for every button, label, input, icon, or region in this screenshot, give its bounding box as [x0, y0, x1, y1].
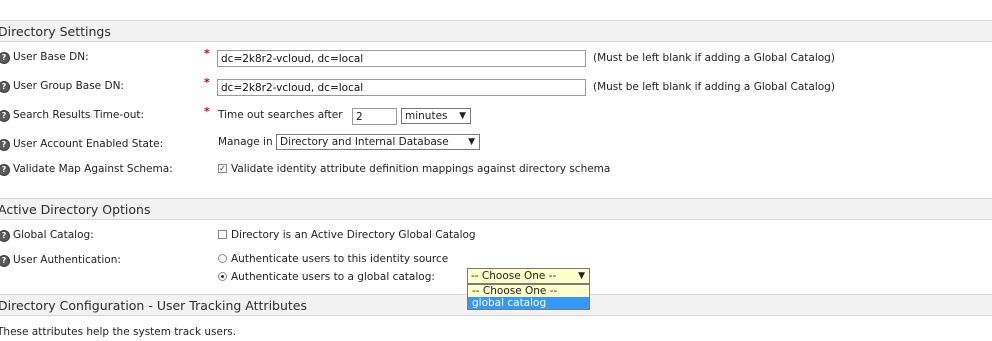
- timeout-unit-select[interactable]: minutes ▼: [401, 108, 471, 124]
- dropdown-option[interactable]: global catalog: [468, 297, 589, 309]
- user-base-dn-note: (Must be left blank if adding a Global C…: [593, 52, 835, 64]
- chevron-down-icon: ▼: [459, 111, 466, 121]
- account-enabled-value: Directory and Internal Database: [280, 136, 449, 148]
- global-catalog-dropdown-list[interactable]: -- Choose One -- global catalog: [467, 284, 590, 310]
- validate-map-label: Validate Map Against Schema:: [13, 163, 173, 175]
- help-icon[interactable]: ?: [0, 52, 10, 64]
- timeout-unit-value: minutes: [405, 110, 448, 122]
- search-timeout-prefix: Time out searches after: [218, 109, 343, 121]
- user-base-dn-label: User Base DN:: [13, 51, 89, 63]
- directory-settings-header: Directory Settings: [0, 20, 992, 42]
- global-catalog-select-value: -- Choose One --: [471, 270, 557, 282]
- help-icon[interactable]: ?: [0, 110, 10, 122]
- required-marker: *: [204, 47, 210, 60]
- section-title: Active Directory Options: [0, 202, 151, 217]
- section-title: Directory Configuration - User Tracking …: [0, 298, 307, 313]
- validate-map-checkbox[interactable]: ✓: [218, 164, 227, 173]
- global-catalog-label: Global Catalog:: [13, 229, 94, 241]
- help-icon[interactable]: ?: [0, 230, 10, 242]
- search-timeout-input[interactable]: 2: [352, 108, 397, 125]
- section-title: Directory Settings: [0, 24, 111, 39]
- dropdown-option[interactable]: -- Choose One --: [468, 285, 589, 297]
- auth-identity-source-text: Authenticate users to this identity sour…: [231, 253, 449, 265]
- account-enabled-prefix: Manage in: [218, 136, 273, 148]
- help-icon[interactable]: ?: [0, 139, 10, 151]
- user-group-base-dn-note: (Must be left blank if adding a Global C…: [593, 81, 835, 93]
- ad-options-header: Active Directory Options: [0, 198, 992, 220]
- account-enabled-select[interactable]: Directory and Internal Database ▼: [276, 134, 480, 150]
- help-icon[interactable]: ?: [0, 255, 10, 267]
- user-base-dn-input[interactable]: dc=2k8r2-vcloud, dc=local: [217, 50, 586, 67]
- global-catalog-text: Directory is an Active Directory Global …: [231, 229, 476, 241]
- required-marker: *: [204, 105, 210, 118]
- auth-global-catalog-text: Authenticate users to a global catalog:: [231, 271, 435, 283]
- user-group-base-dn-label: User Group Base DN:: [13, 80, 124, 92]
- user-auth-label: User Authentication:: [13, 254, 121, 266]
- global-catalog-checkbox[interactable]: [218, 230, 227, 239]
- account-enabled-label: User Account Enabled State:: [13, 138, 164, 150]
- global-catalog-select[interactable]: -- Choose One -- ▼: [467, 268, 590, 284]
- auth-identity-source-radio[interactable]: [218, 254, 227, 263]
- chevron-down-icon: ▼: [468, 137, 475, 147]
- validate-map-text: Validate identity attribute definition m…: [231, 163, 611, 175]
- chevron-down-icon: ▼: [578, 271, 585, 281]
- tracking-description: These attributes help the system track u…: [0, 326, 237, 338]
- search-timeout-label: Search Results Time-out:: [13, 109, 145, 121]
- auth-global-catalog-radio[interactable]: [218, 272, 227, 281]
- help-icon[interactable]: ?: [0, 164, 10, 176]
- required-marker: *: [204, 76, 210, 89]
- help-icon[interactable]: ?: [0, 81, 10, 93]
- user-group-base-dn-input[interactable]: dc=2k8r2-vcloud, dc=local: [217, 79, 586, 96]
